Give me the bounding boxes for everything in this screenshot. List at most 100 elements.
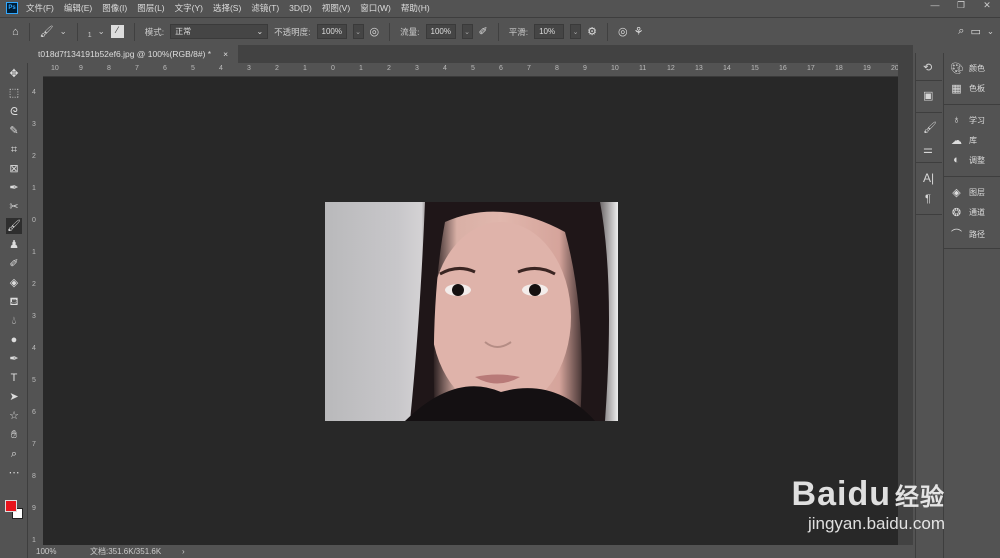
menu-filter[interactable]: 滤镜(T) <box>251 2 279 14</box>
panel-tab-paths[interactable]: ⌒ 路径 <box>950 226 985 242</box>
brush-panel-icon[interactable]: ⁄ <box>110 25 124 38</box>
more-tools-icon[interactable]: ⋯ <box>6 465 22 481</box>
palette-icon: 🎨︎ <box>950 63 964 75</box>
zoom-level[interactable]: 100% <box>28 547 80 556</box>
gear-icon[interactable]: ⚙ <box>587 25 597 38</box>
brush-preset-icon[interactable]: 🖌︎ <box>40 25 54 38</box>
menu-file[interactable]: 文件(F) <box>26 2 54 14</box>
layers-icon: ◈ <box>952 187 961 199</box>
pen-tool-icon[interactable]: ✒ <box>6 351 22 367</box>
clone-stamp-tool-icon[interactable]: ♟ <box>6 237 22 253</box>
character-icon[interactable]: A| <box>923 171 934 185</box>
opacity-input[interactable]: 100% <box>316 24 347 39</box>
watermark-url: jingyan.baidu.com <box>807 514 945 533</box>
paint-bucket-tool-icon[interactable]: ⛾ <box>6 294 22 310</box>
ruler-tick-label: 7 <box>527 65 531 72</box>
minimize-button[interactable]: — <box>922 0 948 11</box>
panel-tab-adjust[interactable]: ◐ 调整 <box>950 154 985 166</box>
divider <box>606 22 608 41</box>
eyedropper-tool-icon[interactable]: ✒ <box>6 180 22 196</box>
eraser-tool-icon[interactable]: ◈ <box>6 275 22 291</box>
menu-type[interactable]: 文字(Y) <box>175 2 203 14</box>
menu-window[interactable]: 窗口(W) <box>360 2 391 14</box>
brush-tool-icon[interactable]: 🖌︎ <box>6 218 22 234</box>
portrait-photo <box>405 202 609 421</box>
close-tab-icon[interactable]: × <box>223 49 228 59</box>
ruler-tick-label: 8 <box>555 65 559 72</box>
healing-tool-icon[interactable]: ✂ <box>6 199 22 215</box>
search-icon[interactable]: ⌕ <box>958 25 964 38</box>
workspace-icon[interactable]: ▭ <box>970 25 980 38</box>
status-menu-arrow[interactable]: › <box>182 547 185 556</box>
quick-select-tool-icon[interactable]: ✎ <box>6 123 22 139</box>
move-tool-icon[interactable]: ✥ <box>6 66 22 82</box>
smoothing-dropdown[interactable]: ⌄ <box>570 24 582 39</box>
grid-icon: ▦ <box>951 83 962 95</box>
ruler-tick-label: 3 <box>247 65 251 72</box>
menu-bar: Ps 文件(F) 编辑(E) 图像(I) 图层(L) 文字(Y) 选择(S) 滤… <box>0 0 1000 15</box>
properties-icon[interactable]: ▣ <box>923 89 933 102</box>
panel-tab-lightbulb[interactable]: ♁ 学习 <box>950 114 985 126</box>
document-image[interactable] <box>325 202 618 421</box>
panel-tab-layers[interactable]: ◈ 图层 <box>950 186 985 199</box>
chevron-down-icon[interactable]: ⌄ <box>987 26 994 37</box>
type-tool-icon[interactable]: T <box>6 370 22 386</box>
dodge-tool-icon[interactable]: ● <box>6 332 22 348</box>
paragraph-icon[interactable]: ¶ <box>925 193 931 205</box>
marquee-tool-icon[interactable]: ⬚ <box>6 85 22 101</box>
tool-presets-icon[interactable]: ⚌ <box>923 143 933 156</box>
home-icon[interactable]: ⌂ <box>12 26 19 38</box>
crop-tool-icon[interactable]: ⌗ <box>6 142 22 158</box>
ruler-tick-label: 19 <box>863 65 871 72</box>
blur-tool-icon[interactable]: 💧︎ <box>6 313 22 329</box>
vertical-scrollbar[interactable] <box>898 63 913 545</box>
history-brush-tool-icon[interactable]: ✐ <box>6 256 22 272</box>
history-icon[interactable]: ⟲ <box>923 61 932 74</box>
ruler-tick-label: 7 <box>32 441 36 448</box>
panel-tab-cc-library[interactable]: ☁ 库 <box>950 134 977 147</box>
menu-edit[interactable]: 编辑(E) <box>64 2 92 14</box>
panel-tab-palette[interactable]: 🎨︎ 颜色 <box>950 62 985 75</box>
menu-3d[interactable]: 3D(D) <box>289 3 312 13</box>
panel-tab-grid[interactable]: ▦ 色板 <box>950 82 985 95</box>
restore-button[interactable]: ❐ <box>948 0 974 11</box>
smoothing-label: 平滑: <box>508 26 529 37</box>
document-tab-bar: t018d7f134191b52ef6.jpg @ 100%(RGB/8#) *… <box>28 45 913 63</box>
ruler-tick-label: 15 <box>751 65 759 72</box>
symmetry-icon[interactable]: ⚘ <box>634 25 644 38</box>
hand-tool-icon[interactable]: ✋︎ <box>6 427 22 443</box>
panel-tab-label: 图层 <box>969 188 985 197</box>
ruler-tick-label: 6 <box>32 409 36 416</box>
ruler-tick-label: 4 <box>32 89 36 96</box>
lasso-tool-icon[interactable]: ᘓ <box>6 104 22 120</box>
chevron-down-icon[interactable]: ⌄ <box>98 26 105 37</box>
ruler-tick-label: 1 <box>32 185 36 192</box>
panel-tab-label: 调整 <box>969 155 985 165</box>
flow-dropdown[interactable]: ⌄ <box>461 24 473 39</box>
pressure-opacity-icon[interactable]: ◎ <box>370 25 380 38</box>
smoothing-input[interactable]: 10% <box>534 24 565 39</box>
ruler-tick-label: 4 <box>32 345 36 352</box>
mode-select[interactable]: 正常 ⌄ <box>170 24 269 39</box>
menu-select[interactable]: 选择(S) <box>213 2 241 14</box>
brush-settings-icon[interactable]: 🖌︎ <box>923 121 937 134</box>
zoom-tool-icon[interactable]: ⌕ <box>6 446 22 462</box>
airbrush-icon[interactable]: ✐ <box>479 25 488 38</box>
ruler-tick-label: 20 <box>891 65 898 72</box>
foreground-color-swatch[interactable] <box>5 500 17 512</box>
path-select-tool-icon[interactable]: ➤ <box>6 389 22 405</box>
chevron-down-icon[interactable]: ⌄ <box>60 26 67 37</box>
menu-help[interactable]: 帮助(H) <box>401 2 430 14</box>
frame-tool-icon[interactable]: ⊠ <box>6 161 22 177</box>
close-button[interactable]: ✕ <box>974 0 1000 11</box>
document-tab[interactable]: t018d7f134191b52ef6.jpg @ 100%(RGB/8#) *… <box>28 45 238 63</box>
menu-view[interactable]: 视图(V) <box>322 2 350 14</box>
brush-size[interactable]: 1 <box>88 32 92 39</box>
shape-tool-icon[interactable]: ☆ <box>6 408 22 424</box>
panel-tab-channels[interactable]: ❂ 通道 <box>950 206 985 219</box>
pressure-size-icon[interactable]: ◎ <box>618 25 628 38</box>
menu-image[interactable]: 图像(I) <box>102 2 127 14</box>
flow-input[interactable]: 100% <box>425 24 456 39</box>
menu-layer[interactable]: 图层(L) <box>137 2 164 14</box>
opacity-dropdown[interactable]: ⌄ <box>352 24 364 39</box>
